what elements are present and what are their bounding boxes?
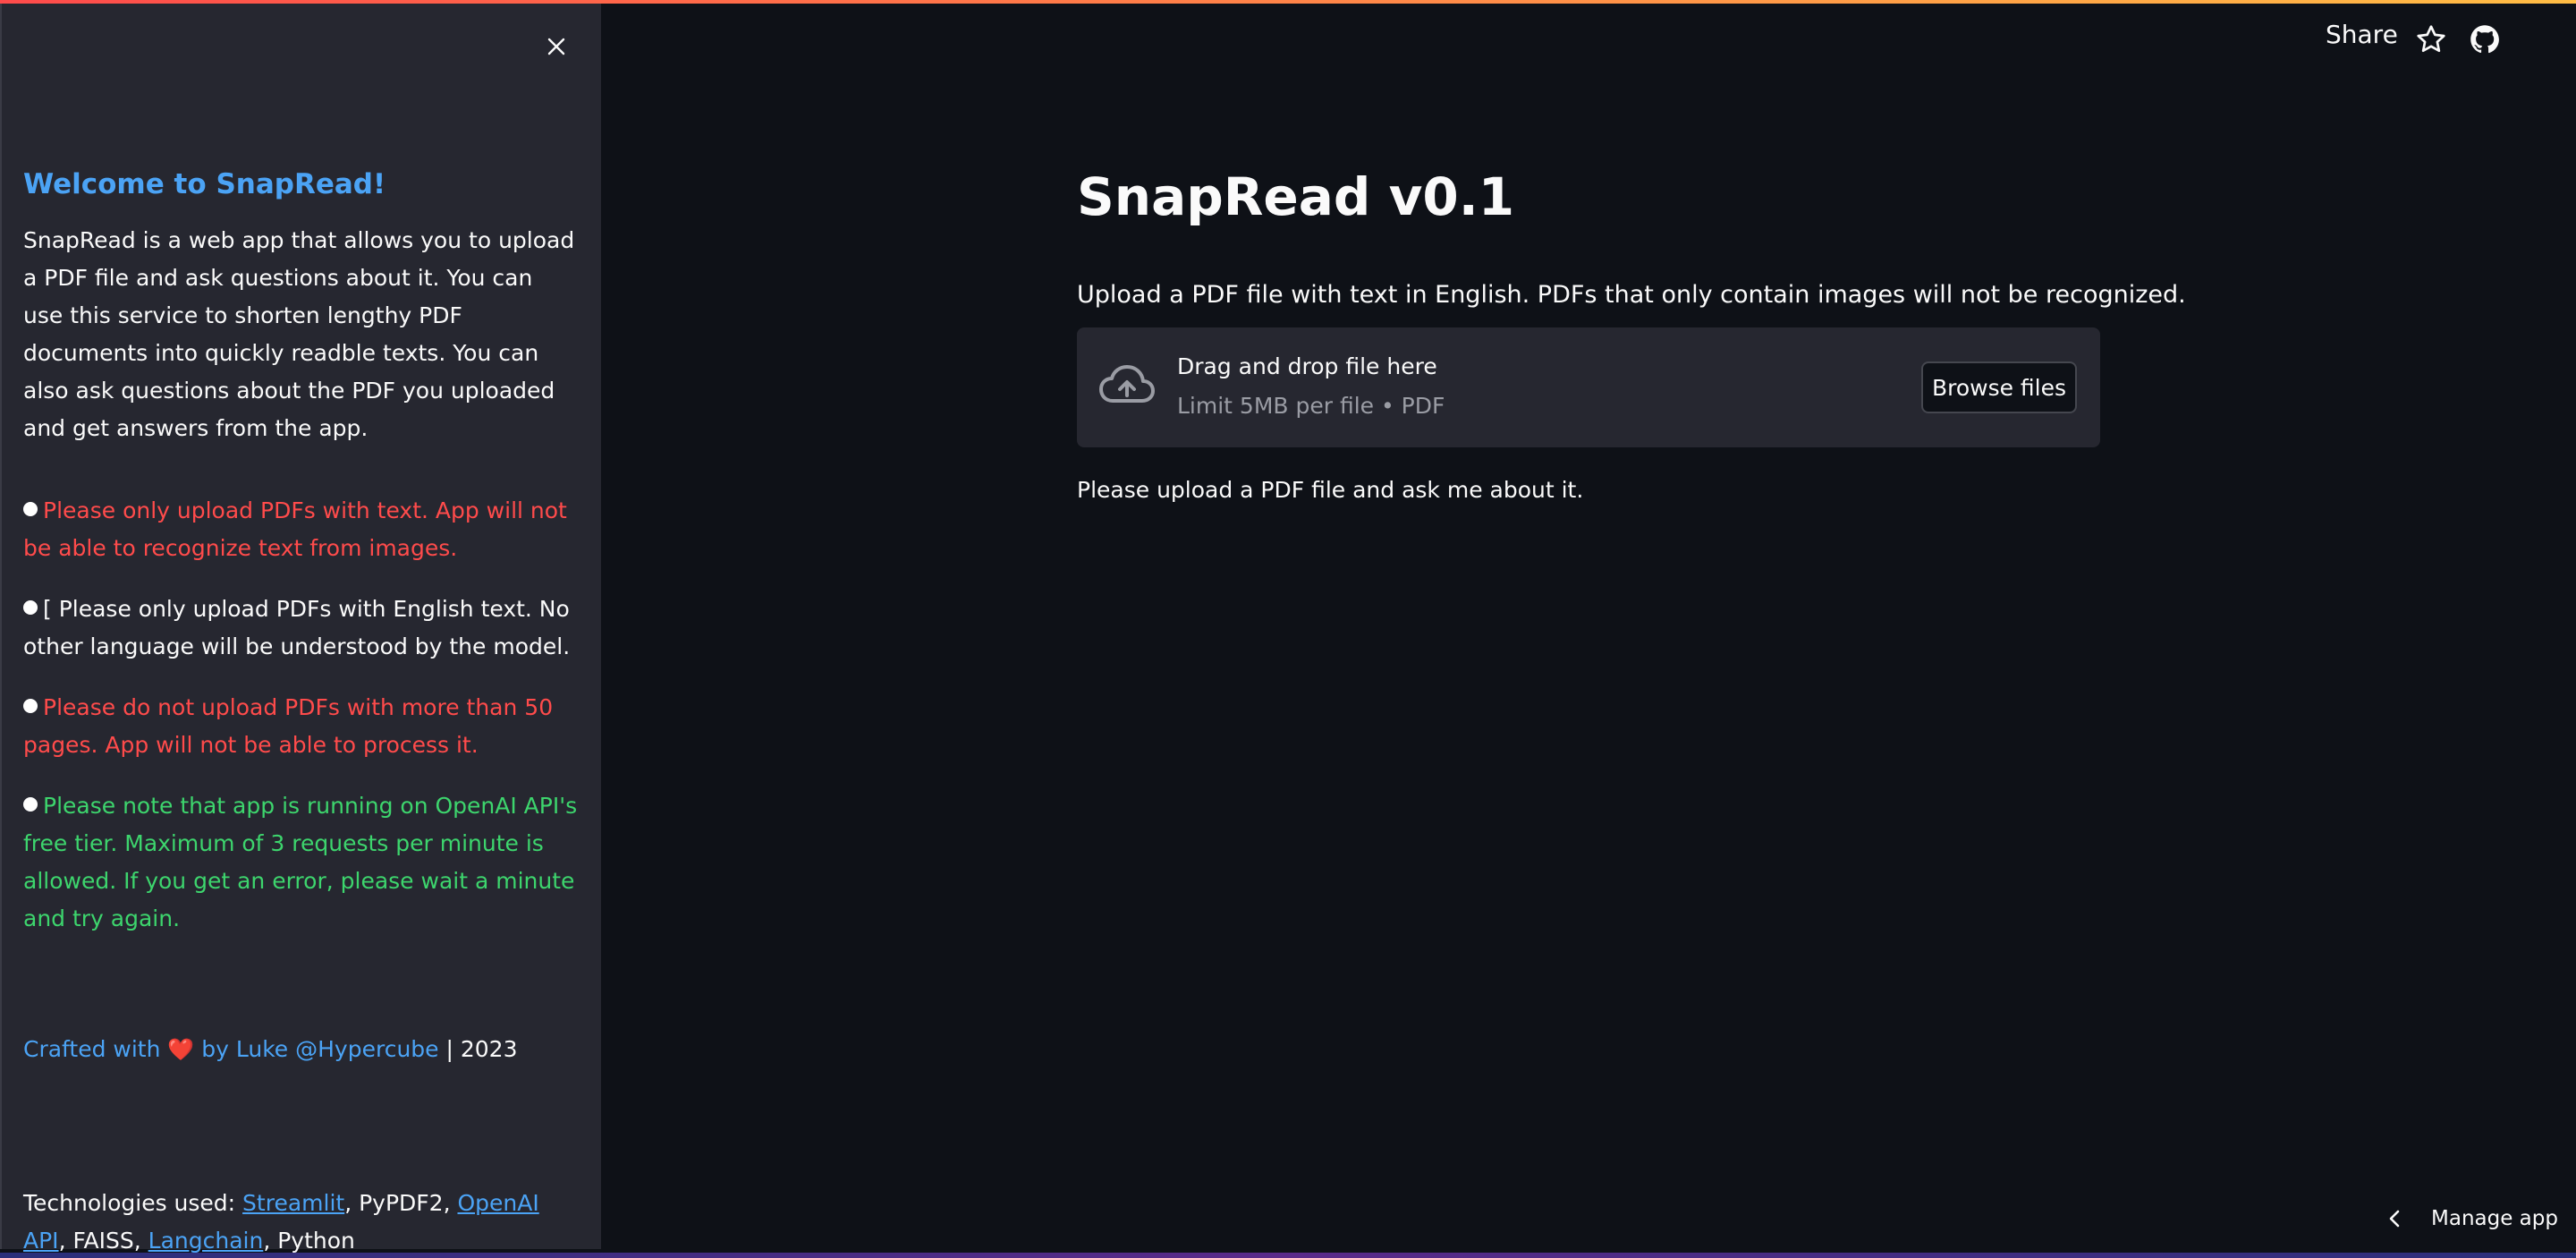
bullet-text: [ Please only upload PDFs with English t… <box>23 596 571 659</box>
chevron-left-icon <box>2389 1210 2400 1228</box>
bullet-text: Please note that app is running on OpenA… <box>23 793 578 931</box>
file-dropzone[interactable]: Drag and drop file here Limit 5MB per fi… <box>1077 327 2100 447</box>
manage-app-label: Manage app <box>2431 1207 2558 1230</box>
window-bottom-border <box>0 1253 2576 1258</box>
dropzone-title: Drag and drop file here <box>1177 353 1437 379</box>
crafted-year: | 2023 <box>445 1036 518 1062</box>
bullet-dot-icon <box>23 502 38 516</box>
sidebar-content: Welcome to SnapRead! SnapRead is a web a… <box>23 165 578 938</box>
manage-app-button[interactable]: Manage app <box>2385 1199 2558 1238</box>
streamlit-link[interactable]: Streamlit <box>242 1190 344 1216</box>
welcome-title: Welcome to SnapRead! <box>23 168 386 200</box>
technologies-used: Technologies used: Streamlit, PyPDF2, Op… <box>23 1185 578 1258</box>
dropzone-limit: Limit 5MB per file • PDF <box>1177 393 1445 419</box>
tech-faiss: , FAISS, <box>58 1228 141 1254</box>
sidebar-close-button[interactable] <box>535 25 578 68</box>
bullet-text: Please only upload PDFs with text. App w… <box>23 497 567 561</box>
author-link[interactable]: by Luke @Hypercube <box>201 1036 438 1062</box>
crafted-prefix: Crafted with <box>23 1036 161 1062</box>
bullet-dot-icon <box>23 797 38 812</box>
bullet-english-only: [ Please only upload PDFs with English t… <box>23 591 578 666</box>
tech-pypdf: , PyPDF2, <box>344 1190 451 1216</box>
bullet-dot-icon <box>23 600 38 615</box>
langchain-link[interactable]: Langchain <box>148 1228 264 1254</box>
share-button[interactable]: Share <box>2326 20 2398 49</box>
sidebar: Welcome to SnapRead! SnapRead is a web a… <box>0 4 601 1254</box>
tech-python: , Python <box>263 1228 355 1254</box>
close-icon <box>547 38 565 55</box>
tech-prefix: Technologies used: <box>23 1190 236 1216</box>
star-icon <box>2417 25 2445 53</box>
browse-files-button[interactable]: Browse files <box>1921 361 2077 413</box>
bullet-page-limit: Please do not upload PDFs with more than… <box>23 689 578 764</box>
upload-prompt: Please upload a PDF file and ask me abou… <box>1077 477 1584 503</box>
bullet-dot-icon <box>23 699 38 713</box>
bullet-text: Please do not upload PDFs with more than… <box>23 694 554 758</box>
intro-text: SnapRead is a web app that allows you to… <box>23 227 575 441</box>
heart-icon: ❤️ <box>167 1037 195 1062</box>
page-title: SnapRead v0.1 <box>1077 166 1515 227</box>
cloud-upload-icon <box>1099 365 1155 403</box>
github-icon <box>2470 25 2499 54</box>
bullet-free-tier: Please note that app is running on OpenA… <box>23 787 578 938</box>
upload-label: Upload a PDF file with text in English. … <box>1077 281 2186 309</box>
star-button[interactable] <box>2415 23 2447 55</box>
crafted-credit: Crafted with ❤️ by Luke @Hypercube | 202… <box>23 1031 518 1068</box>
bullet-text-only: Please only upload PDFs with text. App w… <box>23 492 578 567</box>
github-button[interactable] <box>2469 23 2501 55</box>
